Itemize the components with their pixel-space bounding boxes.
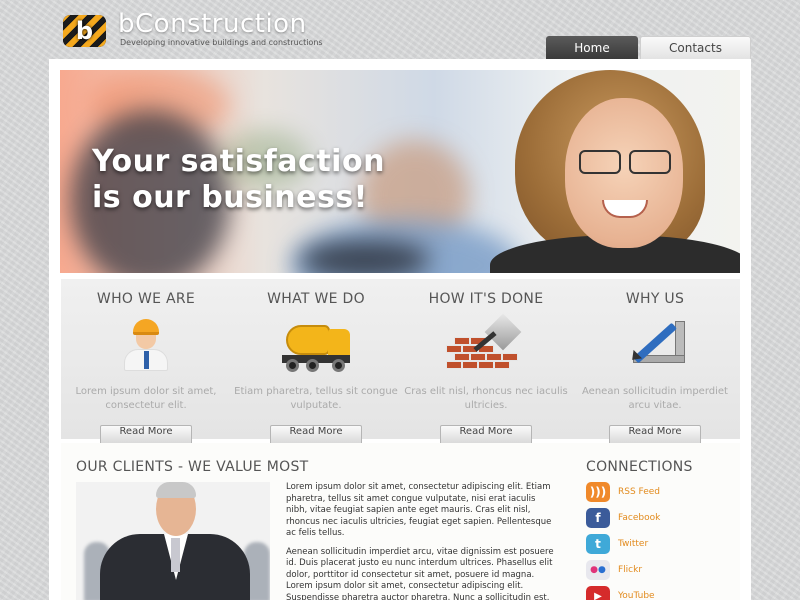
connections-title: CONNECTIONS: [586, 459, 693, 475]
feature-title: WHO WE ARE: [96, 291, 196, 307]
rss-icon: ))): [586, 482, 610, 502]
feature-text: Etiam pharetra, tellus sit congue vulput…: [234, 386, 398, 411]
connection-label: RSS Feed: [618, 487, 661, 497]
nav-home-tab[interactable]: Home: [546, 36, 638, 59]
feature-text: Cras elit nisl, rhoncus nec iaculis ultr…: [404, 386, 568, 411]
youtube-icon: ▶: [586, 586, 610, 600]
feature-how-its-done: HOW IT'S DONE Cras elit nisl, rhoncus ne…: [401, 279, 571, 445]
connection-label: Twitter: [618, 539, 649, 549]
feature-what-we-do: WHAT WE DO Etiam pharetra, tellus sit co…: [231, 279, 401, 445]
twitter-icon: t: [586, 534, 610, 554]
connection-youtube[interactable]: ▶ YouTube: [586, 586, 736, 600]
connection-facebook[interactable]: f Facebook: [586, 508, 736, 528]
glasses-icon: [575, 150, 675, 174]
truck-icon: [276, 315, 356, 375]
read-more-button[interactable]: Read More: [609, 425, 701, 445]
logo-letter: b: [75, 17, 94, 45]
clients-text: Lorem ipsum dolor sit amet, consectetur …: [286, 482, 556, 600]
site-tagline: Developing innovative buildings and cons…: [120, 38, 323, 47]
feature-why-us: WHY US Aenean sollicitudin imperdiet arc…: [570, 279, 740, 445]
logo-icon[interactable]: b: [63, 15, 106, 47]
features-section: WHO WE ARE Lorem ipsum dolor sit amet, c…: [61, 279, 740, 445]
connection-rss[interactable]: ))) RSS Feed: [586, 482, 736, 502]
connection-label: YouTube: [618, 591, 655, 600]
main-nav: Home Contacts: [546, 36, 751, 59]
site-brand[interactable]: bConstruction: [118, 9, 307, 39]
connection-flickr[interactable]: ● ● Flickr: [586, 560, 736, 580]
brick-wall-icon: [446, 313, 526, 375]
hero-bg-shape: [300, 240, 430, 273]
read-more-button[interactable]: Read More: [270, 425, 362, 445]
feature-text: Aenean sollicitudin imperdiet arcu vitae…: [582, 386, 728, 411]
facebook-icon: f: [586, 508, 610, 528]
ruler-pencil-icon: [615, 315, 695, 375]
client-photo: [76, 482, 270, 600]
feature-title: WHAT WE DO: [267, 291, 365, 307]
clients-title: OUR CLIENTS - WE VALUE MOST: [76, 459, 309, 475]
connection-label: Flickr: [618, 565, 643, 575]
worker-icon: [106, 315, 186, 375]
read-more-button[interactable]: Read More: [440, 425, 532, 445]
nav-contacts-tab[interactable]: Contacts: [640, 36, 751, 59]
connection-label: Facebook: [618, 513, 661, 523]
feature-title: HOW IT'S DONE: [428, 291, 544, 307]
feature-text: Lorem ipsum dolor sit amet, consectetur …: [75, 386, 217, 411]
read-more-button[interactable]: Read More: [100, 425, 192, 445]
hero-title: Your satisfaction is our business!: [92, 144, 385, 215]
feature-title: WHY US: [625, 291, 685, 307]
clients-paragraph-2: Aenean sollicitudin imperdiet arcu, vita…: [286, 546, 554, 600]
connection-twitter[interactable]: t Twitter: [586, 534, 736, 554]
clients-paragraph-1: Lorem ipsum dolor sit amet, consectetur …: [286, 482, 552, 538]
feature-who-we-are: WHO WE ARE Lorem ipsum dolor sit amet, c…: [61, 279, 231, 445]
flickr-icon: ● ●: [586, 560, 610, 580]
